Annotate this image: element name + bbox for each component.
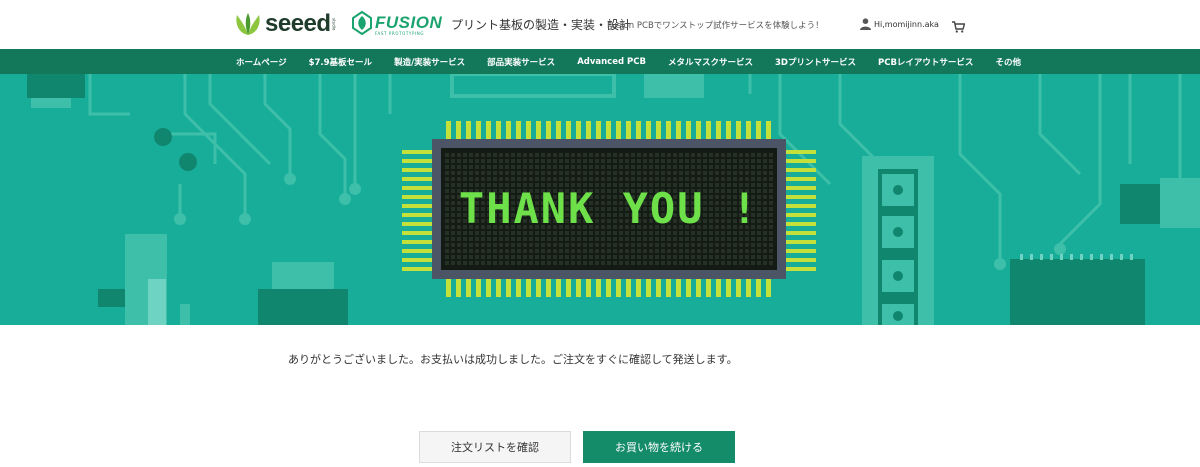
site-header: seeed studio FUSION FAST PROTOTYPING プリン… [0,0,1200,49]
nav-item-sale[interactable]: $7.9基板セール [309,56,372,68]
fusion-logo[interactable]: FUSION FAST PROTOTYPING [351,10,442,36]
cart-icon [952,21,966,33]
seeed-logo-sub: studio [331,17,337,31]
header-subtitle: Fusion PCBでワンストップ試作サービスを体験しよう！ [607,21,824,31]
success-message: ありがとうございました。お支払いは成功しました。ご注文をすぐに確認して発送します… [288,353,738,366]
cart-button[interactable] [952,18,966,37]
nav-item-assembly[interactable]: 部品実装サービス [487,56,555,68]
nav-item-other[interactable]: その他 [995,56,1021,68]
nav-item-manufacturing[interactable]: 製造/実装サービス [394,56,465,68]
seeed-leaf-icon [236,13,260,35]
nav-item-advanced-pcb[interactable]: Advanced PCB [577,57,646,67]
nav-item-3d-print[interactable]: 3Dプリントサービス [775,56,856,68]
fusion-leaf-icon [352,10,372,36]
fusion-logo-tagline: FAST PROTOTYPING [375,31,425,36]
main-nav: ホームページ $7.9基板セール 製造/実装サービス 部品実装サービス Adva… [0,49,1200,74]
seeed-logo-text: seeed [265,10,331,37]
user-icon [860,18,871,30]
seeed-logo[interactable]: seeed studio [234,10,337,38]
header-title: プリント基板の製造・実装・設計 [451,18,632,32]
continue-shopping-button[interactable]: お買い物を続ける [583,431,735,463]
nav-item-home[interactable]: ホームページ [236,56,287,68]
view-orders-button[interactable]: 注文リストを確認 [419,431,571,463]
nav-item-stencil[interactable]: メタルマスクサービス [668,56,753,68]
user-account[interactable]: Hi,momijinn.aka [860,18,939,30]
user-greeting: Hi,momijinn.aka [874,19,939,29]
fusion-logo-text: FUSION [375,13,443,32]
nav-item-pcb-layout[interactable]: PCBレイアウトサービス [878,56,973,68]
thank-you-text: THANK YOU ! [458,184,760,233]
thank-you-banner: THANK YOU ! [0,74,1200,325]
